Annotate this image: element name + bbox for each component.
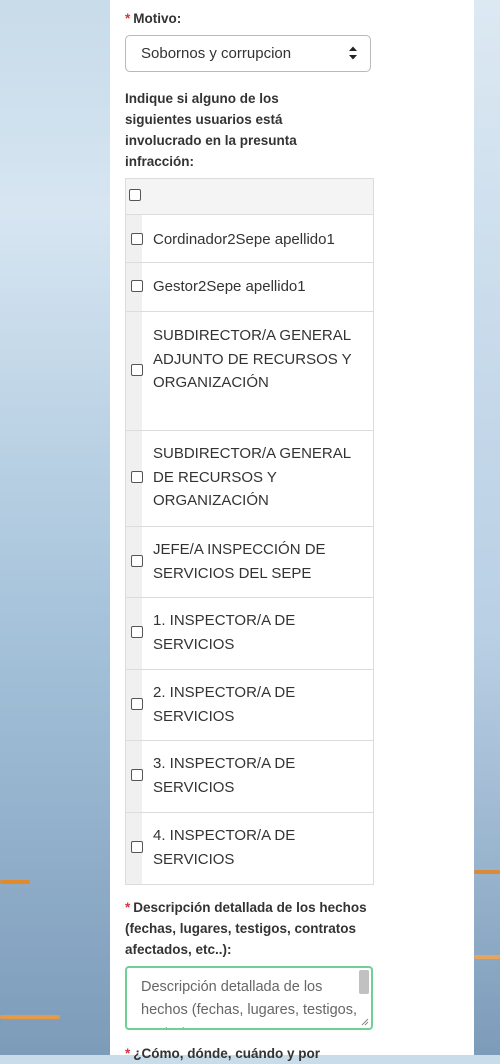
table-row: 1. INSPECTOR/A DE SERVICIOS: [126, 597, 373, 669]
table-row: 3. INSPECTOR/A DE SERVICIOS: [126, 740, 373, 812]
user-label: 3. INSPECTOR/A DE SERVICIOS: [153, 755, 296, 796]
form-panel: * Motivo: Sobornos y corrupcion Indique s…: [110, 0, 474, 1061]
background-left: [0, 0, 110, 1055]
table-row: 4. INSPECTOR/A DE SERVICIOS: [126, 812, 373, 884]
user-checkbox[interactable]: [131, 841, 143, 853]
user-checkbox[interactable]: [131, 471, 143, 483]
user-checkbox[interactable]: [131, 555, 143, 567]
user-checkbox[interactable]: [131, 364, 143, 376]
table-row: Cordinador2Sepe apellido1: [126, 214, 373, 262]
user-label: SUBDIRECTOR/A GENERAL DE RECURSOS Y ORGA…: [153, 445, 351, 509]
table-row: Gestor2Sepe apellido1: [126, 262, 373, 311]
resize-grip-icon[interactable]: [361, 1018, 369, 1026]
motivo-select[interactable]: Sobornos y corrupcion: [125, 35, 371, 72]
required-mark: *: [125, 1046, 131, 1061]
user-label: 2. INSPECTOR/A DE SERVICIOS: [153, 684, 296, 725]
user-checkbox[interactable]: [131, 698, 143, 710]
background-streak: [0, 1015, 60, 1019]
users-question: Indique si alguno de los siguientes usua…: [125, 91, 297, 169]
select-arrows-icon: [349, 46, 357, 60]
user-label: Gestor2Sepe apellido1: [153, 278, 306, 295]
select-all-checkbox[interactable]: [129, 189, 141, 201]
table-row: SUBDIRECTOR/A GENERAL DE RECURSOS Y ORGA…: [126, 430, 373, 526]
user-label: SUBDIRECTOR/A GENERAL ADJUNTO DE RECURSO…: [153, 327, 352, 391]
background-streak: [474, 870, 500, 874]
table-header-row: [126, 179, 373, 214]
user-checkbox[interactable]: [131, 280, 143, 292]
background-streak: [474, 955, 500, 959]
descripcion-label: * Descripción detallada de los hechos (fe…: [125, 900, 367, 957]
required-mark: *: [125, 900, 131, 915]
background-streak: [0, 880, 30, 884]
user-checkbox[interactable]: [131, 769, 143, 781]
table-row: 2. INSPECTOR/A DE SERVICIOS: [126, 669, 373, 740]
next-question-label: * ¿Cómo, dónde, cuándo y por: [125, 1046, 321, 1061]
descripcion-textarea[interactable]: Descripción detallada de los hechos (fec…: [125, 966, 373, 1030]
table-row: SUBDIRECTOR/A GENERAL ADJUNTO DE RECURSO…: [126, 311, 373, 430]
table-row: JEFE/A INSPECCIÓN DE SERVICIOS DEL SEPE: [126, 526, 373, 597]
user-checkbox[interactable]: [131, 233, 143, 245]
background-right: [474, 0, 500, 1055]
user-label: 1. INSPECTOR/A DE SERVICIOS: [153, 612, 296, 653]
user-label: 4. INSPECTOR/A DE SERVICIOS: [153, 827, 296, 868]
required-mark: *: [125, 11, 131, 26]
user-checkbox[interactable]: [131, 626, 143, 638]
motivo-select-value: Sobornos y corrupcion: [141, 45, 292, 62]
user-label: Cordinador2Sepe apellido1: [153, 231, 335, 248]
users-table: Cordinador2Sepe apellido1 Gestor2Sepe ap…: [125, 178, 374, 885]
descripcion-placeholder: Descripción detallada de los hechos (fec…: [141, 979, 358, 1028]
textarea-scrollbar[interactable]: [359, 970, 369, 994]
motivo-label: * Motivo:: [125, 11, 182, 26]
user-label: JEFE/A INSPECCIÓN DE SERVICIOS DEL SEPE: [153, 541, 326, 582]
